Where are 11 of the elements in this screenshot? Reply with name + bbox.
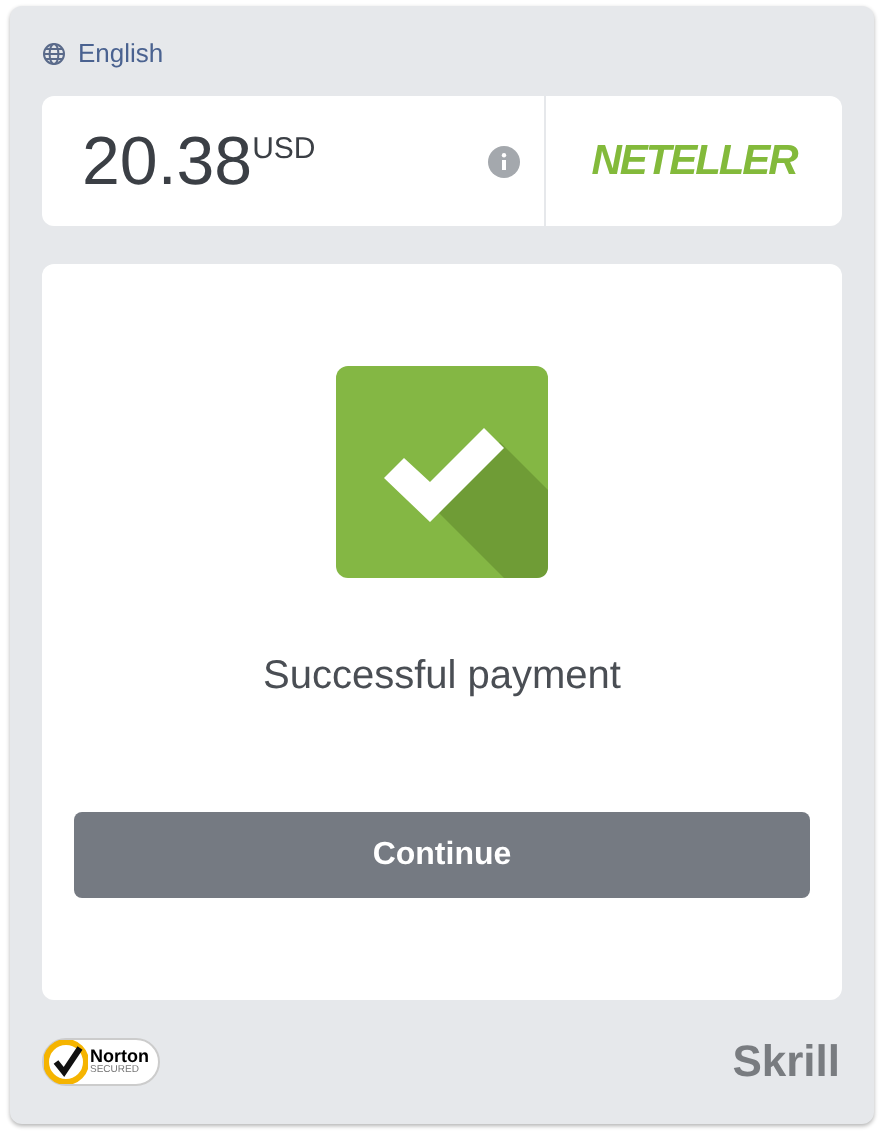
neteller-logo: NETELLER: [591, 135, 797, 188]
amount-value: 20.38: [82, 127, 253, 195]
status-message: Successful payment: [263, 652, 621, 702]
globe-icon: [42, 42, 66, 66]
checkmark-icon: [336, 366, 548, 578]
currency-label: USD: [252, 130, 316, 170]
norton-label: Norton: [90, 1047, 149, 1065]
info-icon[interactable]: [488, 145, 520, 177]
skrill-logo: Skrill: [732, 1034, 840, 1090]
language-link[interactable]: English: [78, 34, 164, 74]
continue-button[interactable]: Continue: [74, 812, 810, 898]
